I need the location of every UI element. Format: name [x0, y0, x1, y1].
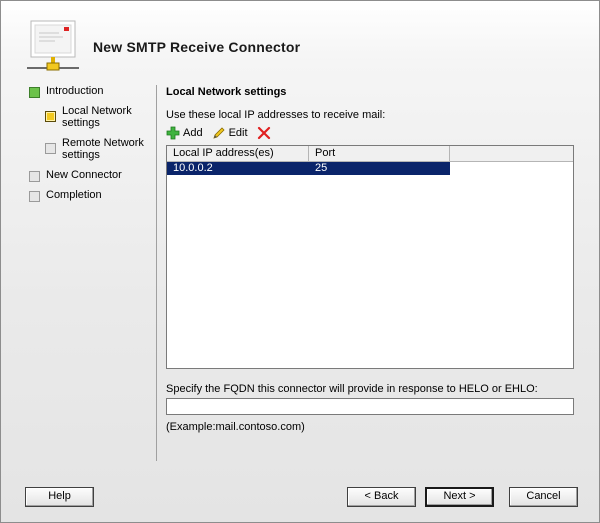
- instruction-text: Use these local IP addresses to receive …: [166, 109, 386, 121]
- step-label: Local Network settings: [62, 105, 132, 129]
- step-current-icon: [45, 111, 56, 122]
- divider: [156, 85, 157, 461]
- table-row[interactable]: 10.0.0.2 25: [167, 162, 450, 175]
- step-completion: Completion: [29, 189, 102, 202]
- cancel-button[interactable]: Cancel: [509, 487, 578, 507]
- step-pending-icon: [29, 171, 40, 182]
- fqdn-input[interactable]: [166, 398, 574, 415]
- step-pending-icon: [29, 191, 40, 202]
- add-label: Add: [183, 127, 203, 139]
- cell-port: 25: [315, 162, 328, 174]
- step-introduction: Introduction: [29, 85, 103, 98]
- page-title: New SMTP Receive Connector: [93, 39, 301, 55]
- remove-button[interactable]: [257, 126, 271, 140]
- section-title: Local Network settings: [166, 86, 287, 98]
- step-label-line1: Remote Network: [62, 137, 144, 149]
- back-button[interactable]: < Back: [347, 487, 416, 507]
- smtp-connector-icon: [25, 19, 81, 73]
- column-header-empty: [450, 146, 456, 161]
- edit-button[interactable]: Edit: [212, 126, 248, 140]
- step-label: Remote Network settings: [62, 137, 144, 161]
- column-header-port[interactable]: Port: [309, 146, 450, 161]
- step-label-line2: settings: [62, 149, 100, 161]
- toolbar: Add Edit: [166, 125, 280, 141]
- next-button[interactable]: Next >: [425, 487, 494, 507]
- wizard-window: New SMTP Receive Connector Introduction …: [0, 0, 600, 523]
- step-pending-icon: [45, 143, 56, 154]
- step-label-line2: settings: [62, 117, 100, 129]
- cell-ip: 10.0.0.2: [173, 162, 213, 174]
- step-local-network-settings: Local Network settings: [45, 105, 132, 129]
- list-header: Local IP address(es) Port: [167, 146, 573, 162]
- help-button[interactable]: Help: [25, 487, 94, 507]
- step-label: New Connector: [46, 169, 122, 181]
- step-label: Completion: [46, 189, 102, 201]
- edit-label: Edit: [228, 127, 248, 139]
- step-remote-network-settings: Remote Network settings: [45, 137, 144, 161]
- step-new-connector: New Connector: [29, 169, 122, 182]
- step-completed-icon: [29, 87, 40, 98]
- add-button[interactable]: Add: [166, 126, 203, 140]
- fqdn-label: Specify the FQDN this connector will pro…: [166, 383, 538, 395]
- step-label: Introduction: [46, 85, 104, 97]
- fqdn-example: (Example:mail.contoso.com): [166, 421, 305, 433]
- step-label-line1: Local Network: [62, 105, 132, 117]
- add-icon: [166, 126, 180, 140]
- column-header-ip[interactable]: Local IP address(es): [167, 146, 309, 161]
- pencil-icon: [212, 127, 225, 139]
- delete-x-icon: [257, 126, 270, 140]
- ip-address-list[interactable]: Local IP address(es) Port 10.0.0.2 25: [166, 145, 574, 369]
